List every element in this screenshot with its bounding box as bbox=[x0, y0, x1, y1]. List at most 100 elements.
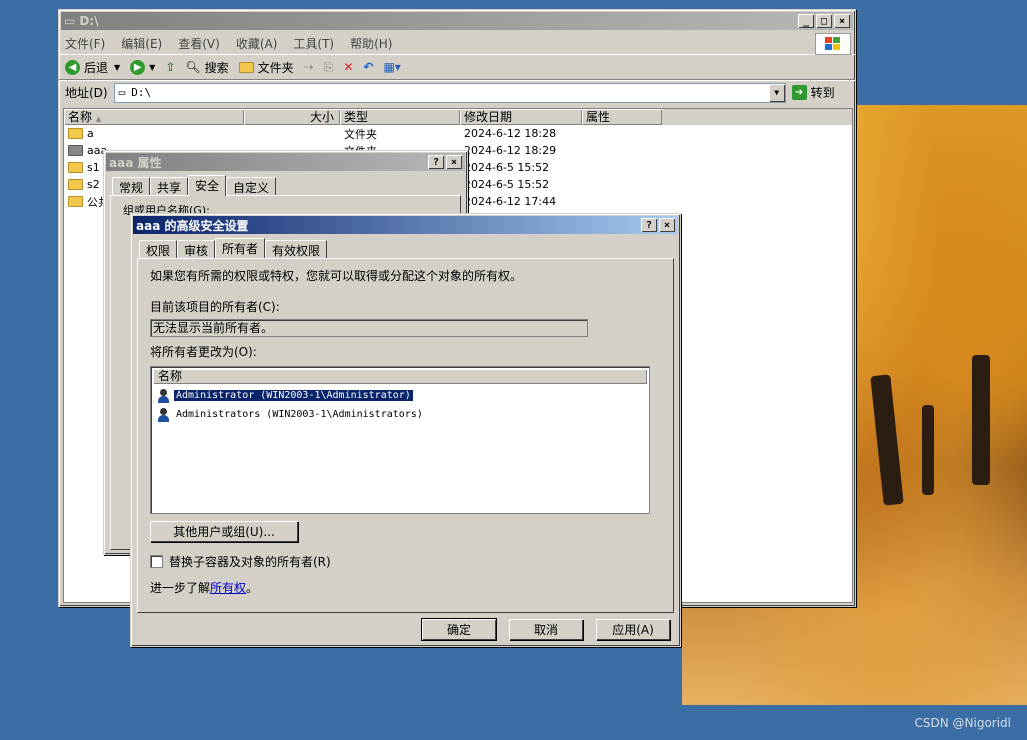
properties-tabs: 常规 共享 安全 自定义 bbox=[104, 173, 467, 196]
chevron-down-icon: ▼ bbox=[114, 62, 121, 72]
owner-item-administrators[interactable]: Administrators (WIN2003-1\Administrators… bbox=[151, 405, 649, 424]
goto-label: 转到 bbox=[810, 86, 835, 100]
forward-arrow-icon: ▶ bbox=[130, 59, 146, 75]
replace-owner-checkbox[interactable] bbox=[150, 555, 163, 568]
search-icon: 🔍︎ bbox=[185, 60, 201, 74]
menu-bar: 文件(F) 编辑(E) 查看(V) 收藏(A) 工具(T) 帮助(H) bbox=[59, 32, 855, 55]
tab-security[interactable]: 安全 bbox=[188, 175, 227, 196]
col-type[interactable]: 类型 bbox=[340, 109, 460, 125]
file-list-header: 名称 ▲ 大小 类型 修改日期 属性 bbox=[64, 109, 852, 125]
menu-view[interactable]: 查看(V) bbox=[178, 35, 220, 52]
goto-button[interactable]: ➜ 转到 bbox=[791, 84, 835, 101]
user-icon bbox=[157, 388, 170, 403]
copy-to-button[interactable]: ⎘ bbox=[324, 60, 334, 75]
group-icon bbox=[157, 407, 170, 422]
learn-more-text: 进一步了解所有权。 bbox=[150, 581, 259, 595]
tab-effective-permissions[interactable]: 有效权限 bbox=[265, 240, 328, 258]
delete-button[interactable]: ✕ bbox=[343, 60, 353, 74]
address-dropdown-button[interactable]: ▼ bbox=[768, 83, 785, 102]
properties-titlebar[interactable]: aaa 属性 ? × bbox=[106, 153, 465, 171]
back-button[interactable]: ◀ 后退 ▼ bbox=[65, 59, 120, 76]
tab-general[interactable]: 常规 bbox=[112, 177, 151, 195]
help-button[interactable]: ? bbox=[428, 155, 444, 169]
advanced-security-titlebar[interactable]: aaa 的高级安全设置 ? × bbox=[133, 216, 678, 234]
drive-icon: ▭ bbox=[118, 86, 126, 99]
tab-permissions[interactable]: 权限 bbox=[139, 240, 178, 258]
explorer-titlebar[interactable]: ▭ D:\ _ □ × bbox=[61, 12, 853, 30]
standard-toolbar: ◀ 后退 ▼ ▶ ▼ ⇧ 🔍︎ 搜索 文件夹 ⇢ ⎘ ✕ ↶ ▦▾ bbox=[59, 54, 855, 80]
owner-list-header[interactable]: 名称 bbox=[153, 369, 647, 384]
folders-label: 文件夹 bbox=[257, 60, 294, 75]
tab-customize[interactable]: 自定义 bbox=[226, 177, 277, 195]
replace-owner-label: 替换子容器及对象的所有者(R) bbox=[169, 555, 331, 569]
col-attributes[interactable]: 属性 bbox=[582, 109, 662, 125]
delete-x-icon: ✕ bbox=[343, 60, 354, 74]
forward-button[interactable]: ▶ ▼ bbox=[130, 59, 156, 75]
menu-favorites[interactable]: 收藏(A) bbox=[236, 35, 278, 52]
search-label: 搜索 bbox=[204, 60, 229, 75]
close-button[interactable]: × bbox=[659, 218, 675, 232]
other-users-button[interactable]: 其他用户或组(U)... bbox=[150, 521, 298, 542]
owner-intro-text: 如果您有所需的权限或特权，您就可以取得或分配这个对象的所有权。 bbox=[150, 269, 523, 283]
undo-button[interactable]: ↶ bbox=[363, 60, 373, 74]
address-value: D:\ bbox=[131, 86, 152, 99]
cancel-button[interactable]: 取消 bbox=[509, 619, 583, 640]
properties-title: aaa 属性 bbox=[109, 155, 162, 170]
windows-logo-icon bbox=[815, 33, 851, 55]
views-grid-icon: ▦▾ bbox=[383, 60, 401, 74]
address-label: 地址(D) bbox=[65, 86, 108, 100]
menu-file[interactable]: 文件(F) bbox=[65, 35, 105, 52]
advanced-tabs: 权限 审核 所有者 有效权限 bbox=[131, 236, 680, 259]
current-owner-field: 无法显示当前所有者。 bbox=[150, 319, 588, 337]
views-button[interactable]: ▦▾ bbox=[383, 60, 400, 74]
tab-auditing[interactable]: 审核 bbox=[177, 240, 216, 258]
folder-up-icon: ⇧ bbox=[165, 60, 176, 74]
maximize-button[interactable]: □ bbox=[816, 14, 832, 28]
menu-help[interactable]: 帮助(H) bbox=[350, 35, 392, 52]
folders-button[interactable]: 文件夹 bbox=[238, 59, 294, 76]
search-button[interactable]: 🔍︎ 搜索 bbox=[185, 59, 228, 76]
col-name[interactable]: 名称 ▲ bbox=[64, 109, 244, 125]
explorer-title: D:\ bbox=[79, 14, 99, 28]
menu-tools[interactable]: 工具(T) bbox=[293, 35, 334, 52]
address-input[interactable]: ▭ D:\ ▼ bbox=[113, 82, 786, 103]
folder-icon bbox=[68, 162, 83, 173]
dialog-buttons: 确定 取消 应用(A) bbox=[131, 613, 680, 641]
goto-arrow-icon: ➜ bbox=[791, 85, 807, 100]
col-modified[interactable]: 修改日期 bbox=[460, 109, 582, 125]
owner-list[interactable]: 名称 Administrator (WIN2003-1\Administrato… bbox=[150, 366, 650, 514]
folder-icon bbox=[68, 196, 83, 207]
close-button[interactable]: × bbox=[446, 155, 462, 169]
drive-icon: ▭ bbox=[64, 14, 76, 28]
list-item[interactable]: a 文件夹 2024-6-12 18:28 bbox=[64, 125, 852, 142]
folder-icon bbox=[238, 61, 254, 73]
col-size[interactable]: 大小 bbox=[244, 109, 340, 125]
up-button[interactable]: ⇧ bbox=[165, 60, 175, 74]
owner-panel: 如果您有所需的权限或特权，您就可以取得或分配这个对象的所有权。 目前该项目的所有… bbox=[137, 258, 674, 613]
undo-icon: ↶ bbox=[363, 60, 374, 74]
owner-item-administrator[interactable]: Administrator (WIN2003-1\Administrator) bbox=[151, 386, 649, 405]
move-to-button[interactable]: ⇢ bbox=[304, 60, 314, 74]
ok-button[interactable]: 确定 bbox=[421, 618, 497, 641]
address-bar: 地址(D) ▭ D:\ ▼ ➜ 转到 bbox=[59, 80, 855, 104]
watermark: CSDN @Nigoridl bbox=[914, 716, 1011, 730]
current-owner-label: 目前该项目的所有者(C): bbox=[150, 300, 280, 314]
folder-icon bbox=[68, 179, 83, 190]
change-owner-label: 将所有者更改为(O): bbox=[150, 345, 257, 359]
ownership-link[interactable]: 所有权 bbox=[210, 581, 246, 595]
tab-sharing[interactable]: 共享 bbox=[150, 177, 189, 195]
copy-to-icon: ⎘ bbox=[323, 59, 334, 74]
menu-edit[interactable]: 编辑(E) bbox=[121, 35, 162, 52]
close-button[interactable]: × bbox=[834, 14, 850, 28]
back-arrow-icon: ◀ bbox=[65, 59, 80, 75]
advanced-security-dialog: aaa 的高级安全设置 ? × 权限 审核 所有者 有效权限 如果您有所需的权限… bbox=[130, 213, 681, 647]
replace-owner-row: 替换子容器及对象的所有者(R) bbox=[150, 553, 661, 570]
apply-button[interactable]: 应用(A) bbox=[596, 619, 670, 640]
move-to-icon: ⇢ bbox=[303, 60, 314, 74]
help-button[interactable]: ? bbox=[641, 218, 657, 232]
chevron-down-icon: ▼ bbox=[149, 62, 156, 72]
tab-owner[interactable]: 所有者 bbox=[215, 238, 266, 259]
advanced-security-title: aaa 的高级安全设置 bbox=[136, 218, 249, 233]
minimize-button[interactable]: _ bbox=[798, 14, 814, 28]
folder-icon bbox=[68, 128, 83, 139]
